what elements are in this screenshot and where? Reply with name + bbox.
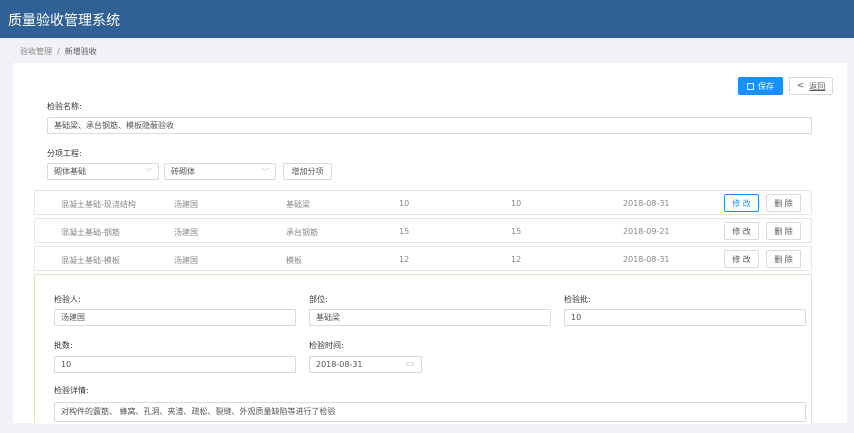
date-picker[interactable]: 2018-08-31 ▭ xyxy=(309,356,422,373)
table-row: 混凝土基础-模板 汤建国 模板 12 12 2018-08-31 修 改 删 除 xyxy=(34,246,812,271)
row-count: 15 xyxy=(511,227,522,236)
row-part: 基础梁 xyxy=(286,200,310,209)
row-part: 模板 xyxy=(286,256,302,265)
date-value: 2018-08-31 xyxy=(316,360,363,369)
table-row: 混凝土基础-现浇结构 汤建国 基础梁 10 10 2018-08-31 修 改 … xyxy=(34,190,812,215)
row-count: 10 xyxy=(511,199,522,208)
batch-label: 检验批: xyxy=(564,295,591,304)
row-name: 混凝土基础-模板 xyxy=(61,256,120,265)
breadcrumb-current: 新增验收 xyxy=(64,47,97,56)
save-icon xyxy=(747,82,754,90)
subitem-select-1-value: 砌体基础 xyxy=(54,167,86,176)
time-label: 检验时间: xyxy=(309,341,344,350)
row-count: 12 xyxy=(511,255,522,264)
edit-button[interactable]: 修 改 xyxy=(724,194,759,212)
top-header: 质量验收管理系统 xyxy=(0,0,854,38)
delete-button[interactable]: 删 除 xyxy=(766,222,801,240)
add-subitem-button[interactable]: 增加分项 xyxy=(283,163,332,180)
delete-button[interactable]: 删 除 xyxy=(766,194,801,212)
part-label: 部位: xyxy=(309,295,328,304)
name-input[interactable]: 基础梁、承台钢筋、模板隐蔽验收 xyxy=(47,117,812,134)
subitem-select-1[interactable]: 砌体基础 ﹀ xyxy=(47,163,159,180)
row-name: 混凝土基础-现浇结构 xyxy=(61,200,136,209)
save-button[interactable]: 保存 xyxy=(738,77,783,95)
subitem-select-2[interactable]: 砖砌体 ﹀ xyxy=(164,163,276,180)
inspector-label: 检验人: xyxy=(54,295,81,304)
edit-button[interactable]: 修 改 xyxy=(724,250,759,268)
row-batch: 15 xyxy=(399,227,410,236)
row-person: 汤建国 xyxy=(174,200,198,209)
chevron-down-icon: ﹀ xyxy=(262,168,269,176)
breadcrumb-parent[interactable]: 验收管理 xyxy=(20,47,52,56)
chevron-down-icon: ﹀ xyxy=(145,168,152,176)
row-date: 2018-08-31 xyxy=(623,199,670,208)
desc-textarea[interactable]: 对构件的露筋、 蜂窝、孔洞、夹渣、疏松、裂缝、外观质量缺陷等进行了检验 xyxy=(54,402,806,422)
breadcrumb: 验收管理 / 新增验收 xyxy=(20,46,97,57)
subitem-label: 分项工程: xyxy=(47,149,82,158)
row-part: 承台钢筋 xyxy=(286,228,318,237)
table-row: 混凝土基础-钢筋 汤建国 承台钢筋 15 15 2018-09-21 修 改 删… xyxy=(34,218,812,243)
inspector-input[interactable]: 汤建国 xyxy=(54,309,296,326)
detail-panel: 检验人: 汤建国 部位: 基础梁 检验批: 10 批数: 10 检验时间: 20… xyxy=(34,274,812,424)
count-input[interactable]: 10 xyxy=(54,356,296,373)
part-input[interactable]: 基础梁 xyxy=(309,309,551,326)
edit-button[interactable]: 修 改 xyxy=(724,222,759,240)
count-label: 批数: xyxy=(54,341,73,350)
save-label: 保存 xyxy=(758,81,774,91)
subitem-select-2-value: 砖砌体 xyxy=(171,167,195,176)
row-batch: 10 xyxy=(399,199,410,208)
name-label: 检验名称: xyxy=(47,102,82,111)
delete-button[interactable]: 删 除 xyxy=(766,250,801,268)
row-person: 汤建国 xyxy=(174,256,198,265)
row-batch: 12 xyxy=(399,255,410,264)
calendar-icon: ▭ xyxy=(405,359,414,369)
batch-input[interactable]: 10 xyxy=(564,309,806,326)
chevron-left-icon: < xyxy=(796,81,805,91)
row-date: 2018-08-31 xyxy=(623,255,670,264)
back-label: 返回 xyxy=(809,81,826,91)
desc-label: 检验详情: xyxy=(54,386,89,395)
row-date: 2018-09-21 xyxy=(623,227,670,236)
row-name: 混凝土基础-钢筋 xyxy=(61,228,120,237)
row-person: 汤建国 xyxy=(174,228,198,237)
back-button[interactable]: < 返回 xyxy=(789,77,833,95)
app-title: 质量验收管理系统 xyxy=(8,13,120,29)
breadcrumb-separator: / xyxy=(57,47,60,56)
